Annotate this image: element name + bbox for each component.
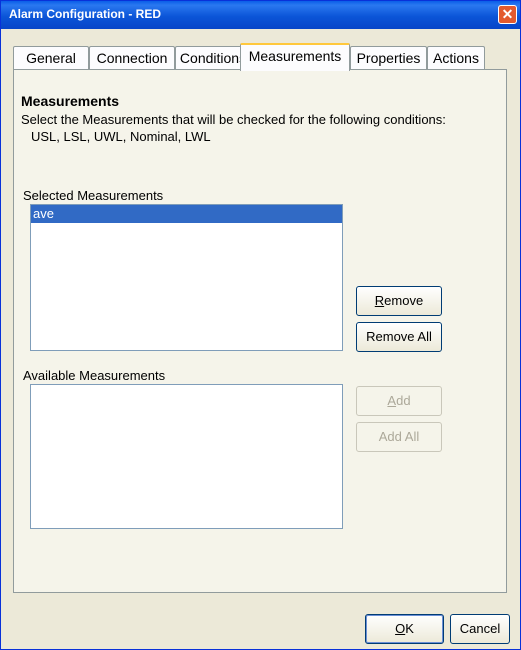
- title-bar[interactable]: Alarm Configuration - RED ✕: [1, 1, 520, 29]
- close-button[interactable]: ✕: [498, 5, 517, 24]
- alarm-configuration-dialog: Alarm Configuration - RED ✕ General Conn…: [0, 0, 521, 650]
- selected-measurements-list[interactable]: ave: [30, 204, 343, 351]
- conditions-list-text: USL, LSL, UWL, Nominal, LWL: [31, 129, 211, 144]
- ok-button-label-rest: K: [405, 621, 414, 636]
- available-measurements-list[interactable]: [30, 384, 343, 529]
- section-description: Select the Measurements that will be che…: [21, 112, 446, 127]
- add-button-mnemonic: A: [387, 393, 397, 408]
- tab-properties[interactable]: Properties: [350, 46, 427, 69]
- tab-general[interactable]: General: [13, 46, 89, 69]
- list-item[interactable]: ave: [31, 205, 342, 223]
- remove-button[interactable]: Remove: [356, 286, 442, 316]
- remove-button-mnemonic: R: [374, 293, 385, 308]
- add-button-label-rest: dd: [396, 393, 411, 408]
- tab-actions[interactable]: Actions: [427, 46, 485, 69]
- tab-measurements[interactable]: Measurements: [240, 43, 350, 71]
- available-measurements-label: Available Measurements: [23, 368, 166, 383]
- cancel-button[interactable]: Cancel: [450, 614, 510, 644]
- ok-button[interactable]: OK: [365, 614, 444, 644]
- add-button[interactable]: Add: [356, 386, 442, 416]
- ok-button-mnemonic: O: [395, 621, 406, 636]
- tab-connection[interactable]: Connection: [89, 46, 175, 69]
- selected-measurements-label: Selected Measurements: [23, 188, 164, 203]
- add-all-button[interactable]: Add All: [356, 422, 442, 452]
- section-heading: Measurements: [21, 93, 120, 109]
- window-title: Alarm Configuration - RED: [9, 7, 161, 21]
- remove-all-button[interactable]: Remove All: [356, 322, 442, 352]
- remove-button-label-rest: emove: [384, 293, 424, 308]
